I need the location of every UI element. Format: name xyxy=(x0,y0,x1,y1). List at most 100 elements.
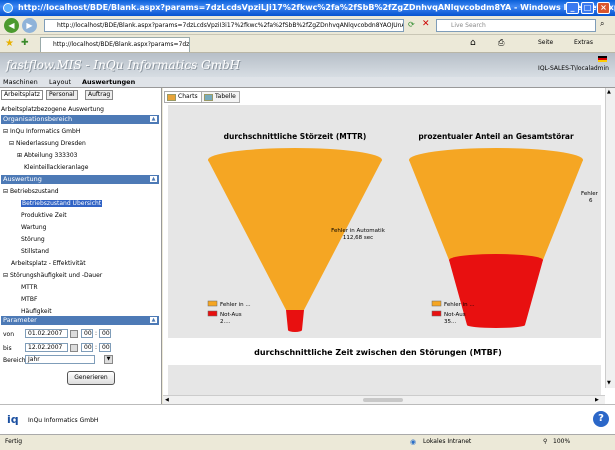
status-bar: Fertig ◉ Lokales Intranet ⚲ 100% xyxy=(0,434,615,450)
funnel2-bottom xyxy=(467,322,525,328)
tab-tabelle[interactable]: Tabelle xyxy=(201,91,240,103)
eval-header-label: Auswertung xyxy=(3,175,42,183)
tree-item[interactable]: ⊞ Abteilung 333303 xyxy=(17,152,77,159)
eval-header: Auswertung ▲ xyxy=(1,175,159,184)
security-zone: Lokales Intranet xyxy=(423,438,472,445)
tree-item[interactable]: Wartung xyxy=(21,224,46,231)
search-icon[interactable]: ⌕ xyxy=(600,19,604,29)
tree-item[interactable]: MTTR xyxy=(21,284,38,291)
calendar-icon[interactable] xyxy=(70,330,78,338)
chart2-legend-1: Fehler in ... xyxy=(444,302,475,308)
chart1-legend-2a: Not-Aus xyxy=(220,312,242,318)
chart2-legend-2a: Not-Aus xyxy=(444,312,466,318)
forward-icon[interactable]: ▶ xyxy=(22,18,37,33)
extras-menu[interactable]: Extras xyxy=(574,39,593,46)
funnel2-orange xyxy=(409,160,583,260)
iq-logo-icon: iq xyxy=(7,413,19,426)
add-favorite-icon[interactable]: ✚ xyxy=(21,38,29,48)
search-input[interactable]: Live Search xyxy=(436,19,596,32)
tree-item[interactable]: Störung xyxy=(21,236,45,243)
intranet-icon: ◉ xyxy=(410,438,417,446)
menu-layout[interactable]: Layout xyxy=(49,78,71,86)
tree-item[interactable]: Stillstand xyxy=(21,248,49,255)
scroll-left-icon[interactable]: ◀ xyxy=(165,397,169,403)
scroll-thumb[interactable] xyxy=(363,398,403,402)
zoom-icon[interactable]: ⚲ xyxy=(543,438,547,445)
tree-item[interactable]: Kleinteillackieranlage xyxy=(24,164,88,171)
chart1-legend-1: Fehler in ... xyxy=(220,302,251,308)
address-bar[interactable]: http://localhost/BDE/Blank.aspx?params=7… xyxy=(44,19,404,32)
chart1-legend-2b: 2.... xyxy=(220,319,231,325)
tree-item[interactable]: ⊟ Niederlassung Dresden xyxy=(9,140,86,147)
bis-label: bis xyxy=(3,345,12,352)
app-header: fastflow.MIS - InQu Informatics GmbH IQL… xyxy=(0,53,615,77)
tab-personal[interactable]: Personal xyxy=(46,90,78,100)
scroll-up-icon[interactable]: ▲ xyxy=(607,89,611,95)
tree-item[interactable]: ⊟ Störungshäufigkeit und -Dauer xyxy=(3,272,102,279)
calendar-icon[interactable] xyxy=(70,344,78,352)
chevron-down-icon[interactable]: ▼ xyxy=(104,355,113,364)
chart1-title: durchschnittliche Störzeit (MTTR) xyxy=(224,132,367,141)
chart3-title: durchschnittliche Zeit zwischen den Stör… xyxy=(254,348,502,357)
print-icon[interactable]: ⎙ xyxy=(498,38,504,48)
bereich-select[interactable]: Jahr xyxy=(25,355,95,364)
tree-item-label: InQu Informatics GmbH xyxy=(9,128,81,135)
minimize-button[interactable]: _ xyxy=(566,2,579,14)
bis-hour-input[interactable]: 00 xyxy=(81,343,93,352)
close-button[interactable]: × xyxy=(597,2,610,14)
collapse-icon[interactable]: ▲ xyxy=(150,116,157,122)
tree-item-label: Niederlassung Dresden xyxy=(15,140,86,147)
tab-charts[interactable]: Charts xyxy=(164,91,202,103)
page-menu[interactable]: Seite xyxy=(538,39,553,46)
scroll-right-icon[interactable]: ▶ xyxy=(595,397,599,403)
ie-logo-icon xyxy=(3,3,13,13)
horizontal-scrollbar[interactable]: ◀ ▶ xyxy=(163,395,605,404)
tab-charts-label: Charts xyxy=(178,93,198,100)
von-date-input[interactable]: 01.02.2007 xyxy=(25,329,68,338)
param-header-label: Parameter xyxy=(3,316,37,324)
chart2-title: prozentualer Anteil an Gesamtstörar xyxy=(418,132,574,141)
tree-item[interactable]: MTBF xyxy=(21,296,37,303)
tree-item-selected: Abteilung 333303 xyxy=(23,152,78,159)
back-icon[interactable]: ◀ xyxy=(4,18,19,33)
menu-auswertungen[interactable]: Auswertungen xyxy=(82,78,135,86)
browser-tab[interactable]: http://localhost/BDE/Blank.aspx?params=7… xyxy=(40,37,190,52)
tree-item-selected[interactable]: Betriebszustand Übersicht xyxy=(21,200,103,207)
tab-auftrag[interactable]: Auftrag xyxy=(85,90,114,100)
tree-item[interactable]: Arbeitsplatz - Effektivität xyxy=(11,260,86,267)
chart-icon xyxy=(167,94,176,101)
favorites-icon[interactable]: ★ xyxy=(5,38,14,49)
bis-date-input[interactable]: 12.02.2007 xyxy=(25,343,68,352)
zoom-level[interactable]: 100% xyxy=(553,438,570,445)
tree-item[interactable]: ⊟ InQu Informatics GmbH xyxy=(3,128,80,135)
generate-button[interactable]: Generieren xyxy=(67,371,115,385)
von-label: von xyxy=(3,331,15,338)
refresh-icon[interactable]: ⟳ xyxy=(408,20,415,29)
home-icon[interactable]: ⌂ xyxy=(470,38,476,48)
app-brand: fastflow.MIS - InQu Informatics GmbH xyxy=(6,58,241,72)
table-icon xyxy=(204,94,213,101)
stop-icon[interactable]: ✕ xyxy=(422,19,430,29)
collapse-icon[interactable]: ▲ xyxy=(150,176,157,182)
bereich-label: Bereich xyxy=(3,357,26,364)
tree-item[interactable]: ⊟ Betriebszustand xyxy=(3,188,59,195)
window-title: http://localhost/BDE/Blank.aspx?params=7… xyxy=(18,3,615,12)
app-footer: iq InQu Informatics GmbH ? xyxy=(0,404,615,434)
tab-arbeitsplatz[interactable]: Arbeitsplatz xyxy=(1,90,43,100)
maximize-button[interactable]: □ xyxy=(581,2,594,14)
vertical-scrollbar[interactable]: ▲ ▼ xyxy=(605,88,615,388)
tree-item[interactable]: Produktive Zeit xyxy=(21,212,67,219)
von-minute-input[interactable]: 00 xyxy=(99,329,111,338)
legend-swatch-orange xyxy=(431,300,442,307)
collapse-icon[interactable]: ▲ xyxy=(150,317,157,323)
german-flag-icon[interactable] xyxy=(598,56,607,62)
tree-item[interactable]: Häufigkeit xyxy=(21,308,52,315)
help-icon[interactable]: ? xyxy=(593,411,609,427)
bis-minute-input[interactable]: 00 xyxy=(99,343,111,352)
von-hour-input[interactable]: 00 xyxy=(81,329,93,338)
scroll-down-icon[interactable]: ▼ xyxy=(607,380,611,386)
legend-swatch-red xyxy=(431,310,442,317)
footer-company: InQu Informatics GmbH xyxy=(28,417,99,424)
menu-maschinen[interactable]: Maschinen xyxy=(3,78,38,86)
org-header-label: Organisationsbereich xyxy=(3,115,73,123)
